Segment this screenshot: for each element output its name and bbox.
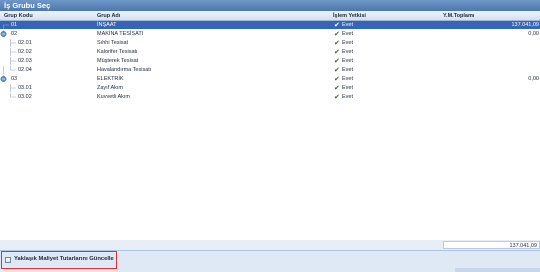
table-row[interactable]: 02 MAKİNA TESİSATI ✔ Evet 0,00 (0, 30, 540, 38)
permission-value: Evet (342, 76, 354, 82)
checkmark-icon: ✔ (334, 94, 340, 101)
update-highlight-frame: Yaklaşık Maliyet Tutarlarını Güncelle (1, 251, 117, 269)
table-row[interactable]: 02.03 Müşterek Tesisat ✔ Evet (0, 57, 540, 65)
permission-value: Evet (342, 31, 354, 37)
permission-value: Evet (342, 49, 354, 55)
col-header-permission[interactable]: İşlem Yetkisi (333, 13, 366, 19)
group-name: Kalorifer Tesisatı (97, 49, 138, 55)
group-code: 03.02 (18, 94, 32, 100)
table-row[interactable]: 02.01 Sıhhi Tesisat ✔ Evet (0, 39, 540, 47)
table-row[interactable]: 03 ELEKTRİK ✔ Evet 0,00 (0, 75, 540, 83)
checkmark-icon: ✔ (334, 49, 340, 56)
group-name: Kuvvetli Akım (97, 94, 131, 100)
grid-header: Grup Kodu Grup Adı İşlem Yetkisi Y.M.Top… (0, 11, 540, 21)
group-name: Zayıf Akım (97, 85, 123, 91)
group-code: 02.04 (18, 67, 32, 73)
group-name: Sıhhi Tesisat (97, 40, 129, 46)
col-header-name[interactable]: Grup Adı (97, 13, 120, 19)
table-row[interactable]: 02.02 Kalorifer Tesisatı ✔ Evet (0, 48, 540, 56)
permission-value: Evet (342, 22, 354, 28)
group-code: 02.02 (18, 49, 32, 55)
total-summary-value: 137.041,09 (509, 242, 537, 249)
group-code: 02.01 (18, 40, 32, 46)
group-code: 03.01 (18, 85, 32, 91)
group-code: 01 (11, 22, 18, 28)
checkmark-icon: ✔ (334, 40, 340, 47)
grid-summary-bar: 137.041,09 (0, 240, 540, 251)
update-costs-checkbox[interactable]: Yaklaşık Maliyet Tutarlarını Güncelle (5, 255, 114, 265)
checkmark-icon: ✔ (334, 31, 340, 38)
checkmark-icon: ✔ (334, 85, 340, 92)
table-row[interactable]: 01 İNŞAAT ✔ Evet 137.041,09 (0, 21, 540, 29)
total-value: 137.041,09 (511, 22, 539, 28)
group-name: İNŞAAT (97, 22, 117, 28)
permission-value: Evet (342, 58, 354, 64)
table-row[interactable]: 03.02 Kuvvetli Akım ✔ Evet (0, 93, 540, 101)
total-value: 0,00 (528, 76, 539, 82)
group-code: 02 (11, 31, 18, 37)
window-title: İş Grubu Seç (4, 1, 51, 10)
permission-value: Evet (342, 94, 354, 100)
checkmark-icon: ✔ (334, 22, 340, 29)
group-code: 03 (11, 76, 18, 82)
total-value: 0,00 (528, 31, 539, 37)
checkmark-icon: ✔ (334, 67, 340, 74)
table-row[interactable]: 03.01 Zayıf Akım ✔ Evet (0, 84, 540, 92)
checkmark-icon: ✔ (334, 76, 340, 83)
col-header-code[interactable]: Grup Kodu (4, 13, 33, 19)
col-header-total[interactable]: Y.M.Toplamı (443, 13, 474, 19)
permission-value: Evet (342, 67, 354, 73)
group-name: Havalandırma Tesisatı (97, 67, 152, 73)
table-row[interactable]: 02.04 Havalandırma Tesisatı ✔ Evet (0, 66, 540, 74)
group-name: Müşterek Tesisat (97, 58, 139, 64)
bottom-button-edge (455, 268, 540, 272)
update-costs-label[interactable]: Yaklaşık Maliyet Tutarlarını Güncelle (14, 256, 114, 262)
work-group-grid[interactable]: Grup Kodu Grup Adı İşlem Yetkisi Y.M.Top… (0, 11, 540, 241)
checkbox-icon[interactable] (5, 256, 11, 263)
checkmark-icon: ✔ (334, 58, 340, 65)
window-titlebar: İş Grubu Seç (0, 0, 540, 11)
permission-value: Evet (342, 85, 354, 91)
permission-value: Evet (342, 40, 354, 46)
group-code: 02.03 (18, 58, 32, 64)
group-name: ELEKTRİK (97, 76, 124, 82)
total-summary-box: 137.041,09 (443, 241, 540, 249)
group-name: MAKİNA TESİSATI (97, 31, 144, 37)
